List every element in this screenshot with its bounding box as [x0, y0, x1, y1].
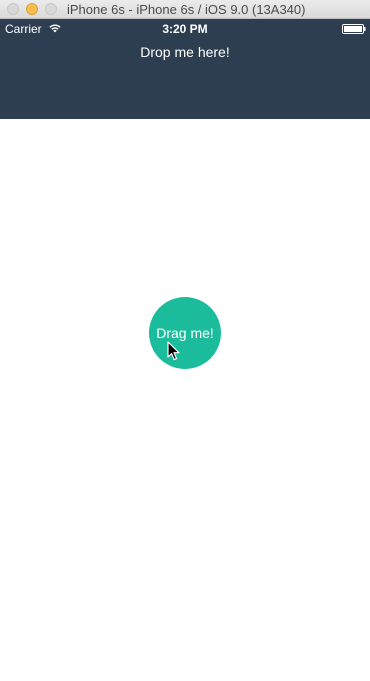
draggable-circle[interactable]: Drag me!: [149, 297, 221, 369]
status-time: 3:20 PM: [162, 22, 208, 36]
window-title: iPhone 6s - iPhone 6s / iOS 9.0 (13A340): [67, 2, 306, 17]
simulator-window: iPhone 6s - iPhone 6s / iOS 9.0 (13A340)…: [0, 0, 370, 681]
minimize-window-button[interactable]: [26, 3, 38, 15]
window-titlebar: iPhone 6s - iPhone 6s / iOS 9.0 (13A340): [0, 0, 370, 19]
status-bar: Carrier 3:20 PM: [0, 19, 370, 39]
zoom-window-button[interactable]: [45, 3, 57, 15]
drop-zone-label: Drop me here!: [140, 44, 230, 60]
draggable-label: Drag me!: [156, 325, 214, 341]
close-window-button[interactable]: [7, 3, 19, 15]
battery-icon: [342, 24, 366, 34]
drop-zone[interactable]: Carrier 3:20 PM Drop me here!: [0, 19, 370, 119]
